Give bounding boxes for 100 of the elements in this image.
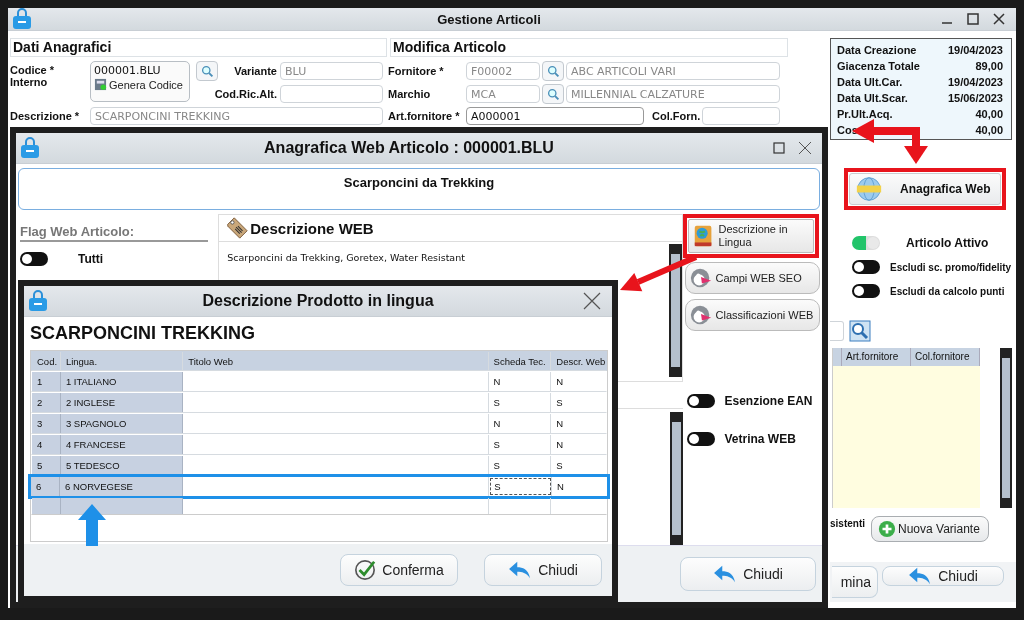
table-cell: N	[488, 372, 552, 391]
search-icon	[200, 64, 214, 78]
table-cell: 4 FRANCESE	[60, 435, 184, 454]
description-field[interactable]: SCARPONCINI TREKKING	[90, 107, 383, 125]
table-cell: S	[488, 393, 552, 412]
toggle-label: Vetrina WEB	[724, 432, 796, 446]
input-field[interactable]: A000001	[466, 107, 645, 125]
code-field[interactable]: 000001.BLU Genera Codice	[90, 61, 190, 102]
close-icon[interactable]	[582, 291, 602, 311]
search-button[interactable]	[542, 84, 564, 104]
table-row[interactable]: 2 2 INGLESE S S	[31, 392, 607, 413]
scrollbar[interactable]	[1000, 348, 1012, 508]
info-value: 15/06/2023	[947, 91, 1003, 106]
globe-icon	[856, 176, 882, 202]
info-label: Data Creazione	[837, 43, 917, 58]
info-value: 89,00	[975, 59, 1003, 74]
input-field[interactable]	[702, 107, 780, 125]
toggle-label: Articolo Attivo	[906, 236, 989, 250]
table-cell: 3 SPAGNOLO	[60, 414, 184, 433]
bird-icon	[688, 303, 713, 327]
toggle-switch[interactable]	[852, 260, 880, 274]
annotation-arrow	[78, 504, 106, 546]
description-text: Scarponcini da Trekking, Goretex, Water Resistant	[227, 252, 465, 263]
scrollbar[interactable]	[669, 412, 683, 545]
info-label: Data Ult.Car.	[837, 75, 903, 90]
language-button[interactable]: Descrizione in Lingua	[687, 219, 814, 253]
table-cell: 1 ITALIANO	[60, 372, 184, 391]
maximize-icon[interactable]	[966, 12, 980, 26]
field-value: 000001.BLU	[94, 64, 162, 77]
field-label: Cod.Ric.Alt.	[213, 88, 278, 100]
input-field[interactable]	[280, 85, 383, 103]
search-button[interactable]	[542, 61, 564, 81]
code-field[interactable]: F00002	[466, 62, 540, 80]
dialog-button[interactable]: Chiudi	[484, 554, 602, 586]
toggle-switch[interactable]	[686, 432, 715, 446]
form-icon	[94, 78, 107, 91]
info-value: 40,00	[975, 107, 1003, 122]
table-cell-text: N	[556, 480, 565, 494]
window-title: Gestione Articoli	[436, 11, 542, 27]
name-field[interactable]: MILLENNIAL CALZATURE	[566, 85, 780, 103]
footer-button[interactable]: Chiudi	[882, 566, 1004, 586]
table-row[interactable]	[31, 497, 607, 515]
toggle-switch[interactable]	[852, 236, 880, 250]
toggle-switch[interactable]	[852, 284, 880, 298]
table-row[interactable]: 3 3 SPAGNOLO N N	[31, 413, 607, 434]
table-cell: 6 NORVEGESE	[59, 477, 183, 496]
info-label: Pr.Ult.Acq.	[837, 107, 893, 122]
table-cell: S	[488, 435, 552, 454]
panel-title: Descrizione WEB	[250, 219, 374, 237]
generate-code-button[interactable]: Genera Codice	[94, 78, 186, 91]
table-row[interactable]: 1 1 ITALIANO N N	[31, 371, 607, 392]
dialog-button[interactable]: Conferma	[340, 554, 458, 586]
variant-field[interactable]: BLU	[280, 62, 383, 80]
field-label: Art.fornitore *	[388, 110, 461, 122]
toggle-switch[interactable]	[686, 394, 715, 408]
product-heading: SCARPONCINI TREKKING	[29, 322, 256, 345]
info-label: Data Ult.Scar.	[837, 91, 908, 106]
scrollbar[interactable]	[668, 244, 682, 377]
section-heading: Modifica Articolo	[390, 38, 788, 57]
field-label: Codice * Interno	[10, 63, 55, 88]
maximize-icon[interactable]	[772, 141, 786, 155]
table-cell: 2	[32, 393, 61, 412]
bird-icon	[688, 266, 713, 290]
section-heading: Flag Web Articolo:	[20, 224, 208, 242]
search-icon	[546, 64, 560, 78]
new-variant-button[interactable]: Nuova Variante	[871, 516, 989, 542]
table-cell: S	[488, 456, 552, 475]
table-row[interactable]: 5 5 TEDESCO S S	[31, 455, 607, 476]
side-button[interactable]: Campi WEB SEO	[684, 262, 820, 294]
code-field[interactable]: MCA	[466, 85, 540, 103]
column-header: Cod.	[32, 352, 61, 370]
info-value: 19/04/2023	[947, 75, 1003, 90]
table-cell: S	[489, 477, 553, 496]
search-field[interactable]	[830, 321, 844, 341]
close-icon[interactable]	[992, 12, 1006, 26]
search-icon	[546, 87, 560, 101]
footer-button[interactable]: mina	[832, 566, 878, 598]
toggle-label: Esenzione EAN	[724, 394, 813, 408]
table-cell: N	[488, 414, 552, 433]
field-label: Descrizione *	[10, 110, 81, 122]
web-button[interactable]: Anagrafica Web	[849, 173, 1001, 205]
window-title: Descrizione Prodotto in lingua	[201, 292, 435, 310]
toggle-label: Escludi da calcolo punti	[890, 285, 1005, 297]
app-logo-icon	[20, 137, 40, 159]
field-label: Fornitore *	[388, 65, 445, 77]
search-icon[interactable]	[849, 320, 871, 342]
table-row[interactable]: 6 6 NORVEGESE S N	[28, 474, 610, 499]
column-header: Lingua.	[60, 352, 184, 370]
close-button[interactable]: Chiudi	[680, 557, 816, 591]
close-icon[interactable]	[798, 141, 812, 155]
info-label: Giacenza Totale	[837, 59, 920, 74]
search-button[interactable]	[196, 61, 218, 81]
field-label: Marchio	[388, 88, 432, 100]
toggle-switch[interactable]	[20, 252, 48, 266]
table-cell-text: S	[555, 396, 564, 410]
table-row[interactable]: 4 4 FRANCESE S N	[31, 434, 607, 455]
name-field[interactable]: ABC ARTICOLI VARI	[566, 62, 780, 80]
table-cell-text: N	[555, 417, 565, 431]
tag-icon	[225, 216, 250, 240]
side-button[interactable]: Classificazioni WEB	[684, 299, 820, 331]
